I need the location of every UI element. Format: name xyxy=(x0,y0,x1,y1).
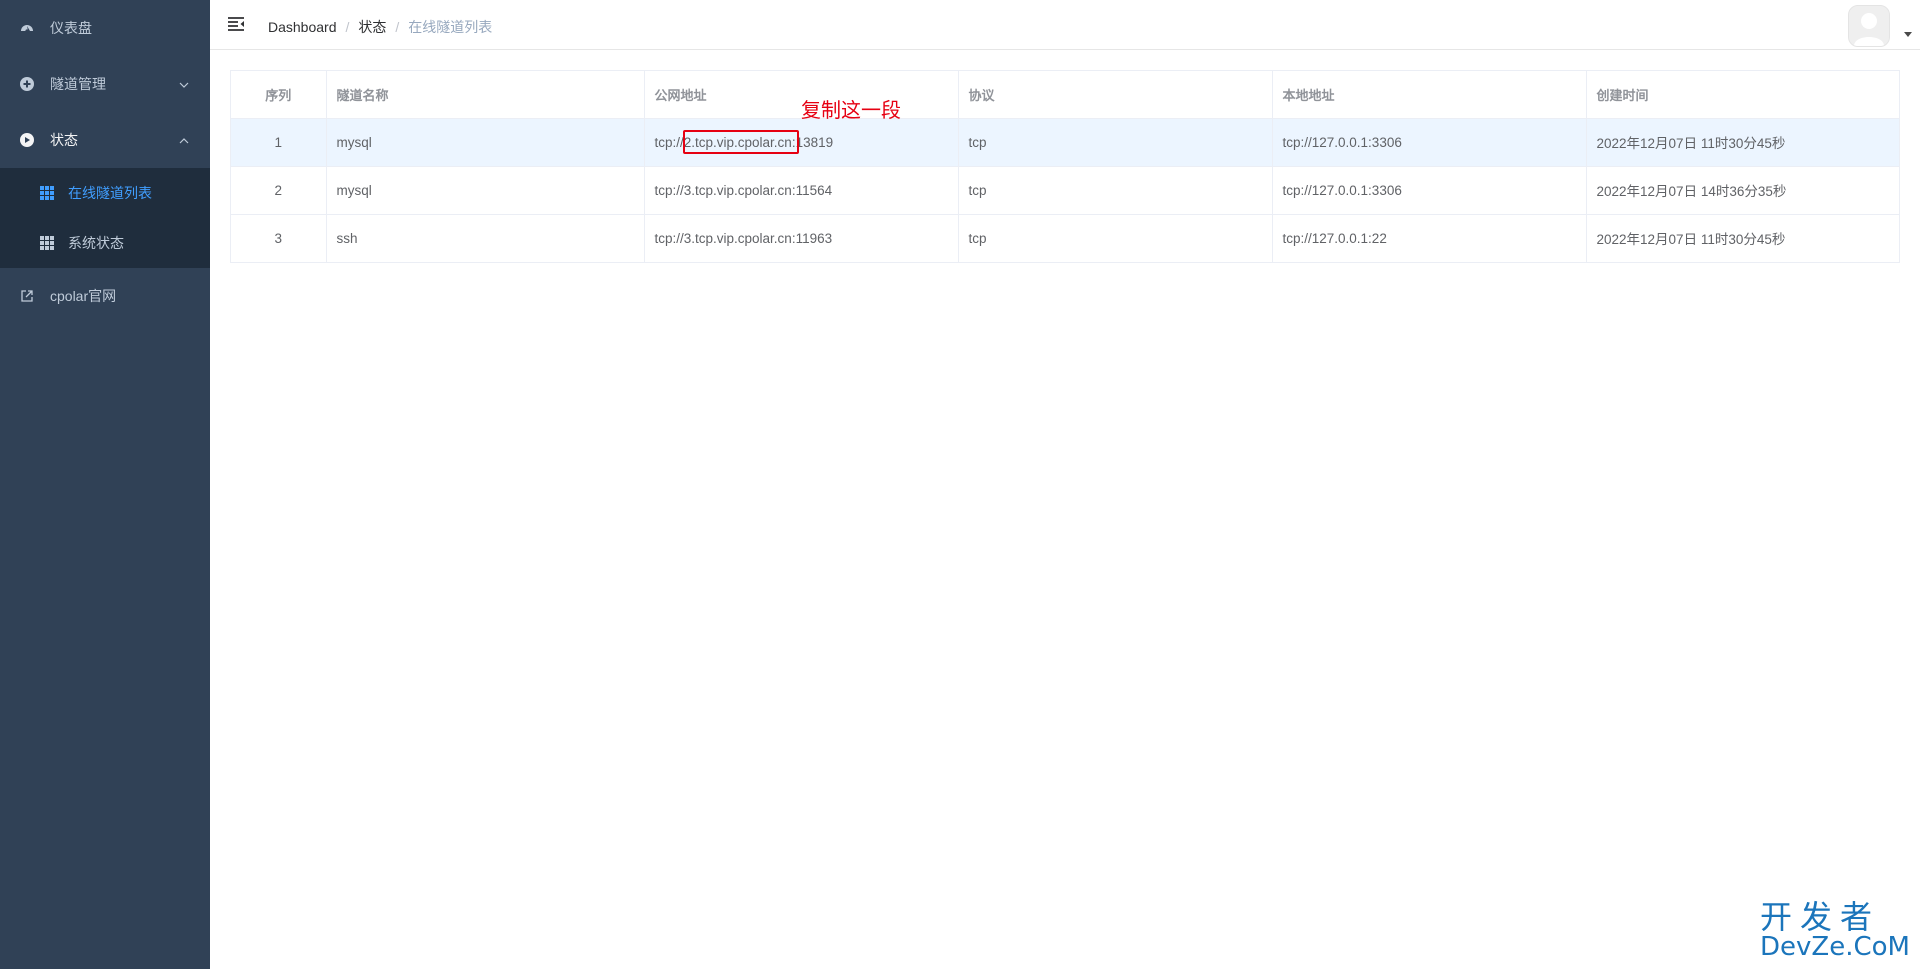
cell-public-url: tcp://3.tcp.vip.cpolar.cn:11963 xyxy=(644,214,959,262)
navbar: Dashboard / 状态 / 在线隧道列表 xyxy=(210,0,1920,50)
cell-tunnel-name: mysql xyxy=(326,166,645,215)
breadcrumb-dashboard[interactable]: Dashboard xyxy=(268,19,337,35)
table-row[interactable]: 2 mysql tcp://3.tcp.vip.cpolar.cn:11564 … xyxy=(231,166,1899,215)
sidebar-item-label: 在线隧道列表 xyxy=(68,185,152,201)
watermark: 开发者 DevZe.CoM xyxy=(1760,901,1910,961)
watermark-line2: DevZe.CoM xyxy=(1760,932,1910,962)
avatar[interactable] xyxy=(1848,5,1890,47)
cell-index: 2 xyxy=(231,166,327,215)
tunnel-table: 序列 隧道名称 公网地址 协议 本地地址 创建时间 1 mysql tcp://… xyxy=(230,70,1900,263)
cell-local-address: tcp://127.0.0.1:3306 xyxy=(1272,118,1587,167)
cell-local-address: tcp://127.0.0.1:3306 xyxy=(1272,166,1587,215)
cell-created-time: 2022年12月07日 11时30分45秒 xyxy=(1596,232,1786,248)
sidebar-item-cpolar-website[interactable]: cpolar官网 xyxy=(0,268,210,324)
sidebar-item-label: 系统状态 xyxy=(68,235,124,251)
cell-protocol: tcp xyxy=(958,118,1273,167)
column-header-local-address: 本地地址 xyxy=(1272,71,1587,119)
grid-icon xyxy=(40,236,54,250)
annotation-text: 复制这一段 xyxy=(801,100,901,122)
cell-public-url: tcp://3.tcp.vip.cpolar.cn:11564 xyxy=(644,166,959,215)
sidebar-item-dashboard[interactable]: 仪表盘 xyxy=(0,0,210,56)
column-header-tunnel-name: 隧道名称 xyxy=(326,71,645,119)
table-row[interactable]: 3 ssh tcp://3.tcp.vip.cpolar.cn:11963 tc… xyxy=(231,214,1899,262)
sidebar: 仪表盘 隧道管理 状态 在线隧道列表 系统状态 cpolar官网 xyxy=(0,0,210,969)
sidebar-item-label: cpolar官网 xyxy=(50,288,117,304)
sidebar-item-tunnel-management[interactable]: 隧道管理 xyxy=(0,56,210,112)
plus-circle-icon xyxy=(20,77,34,91)
breadcrumb-status[interactable]: 状态 xyxy=(358,17,386,37)
cell-local-address: tcp://127.0.0.1:22 xyxy=(1272,214,1587,262)
table-header-row: 序列 隧道名称 公网地址 协议 本地地址 创建时间 xyxy=(231,71,1899,119)
status-submenu: 在线隧道列表 系统状态 xyxy=(0,168,210,268)
chevron-up-icon xyxy=(178,134,190,146)
watermark-line1: 开发者 xyxy=(1760,898,1881,936)
dashboard-icon xyxy=(20,21,34,35)
cell-protocol: tcp xyxy=(958,166,1273,215)
cell-index: 3 xyxy=(231,214,327,262)
sidebar-item-status[interactable]: 状态 xyxy=(0,112,210,168)
cell-tunnel-name: ssh xyxy=(326,214,645,262)
menu-fold-icon[interactable] xyxy=(227,15,245,33)
cell-created-time: 2022年12月07日 14时36分35秒 xyxy=(1586,166,1899,215)
column-header-protocol: 协议 xyxy=(958,71,1273,119)
breadcrumb: Dashboard / 状态 / 在线隧道列表 xyxy=(268,17,492,37)
breadcrumb-separator: / xyxy=(345,19,350,35)
grid-icon xyxy=(40,186,54,200)
breadcrumb-separator: / xyxy=(395,19,400,35)
breadcrumb-current: 在线隧道列表 xyxy=(408,19,493,35)
cell-protocol: tcp xyxy=(958,214,1273,262)
annotation-highlight-box xyxy=(683,130,799,154)
sidebar-item-system-status[interactable]: 系统状态 xyxy=(0,218,210,268)
cell-tunnel-name: mysql xyxy=(326,118,645,167)
chevron-down-icon xyxy=(178,78,190,90)
table-row[interactable]: 1 mysql tcp://2.tcp.vip.cpolar.cn:13819 … xyxy=(231,118,1899,167)
column-header-index: 序列 xyxy=(231,71,327,119)
cell-index: 1 xyxy=(231,118,327,167)
cell-created-time: 2022年12月07日 11时30分45秒 xyxy=(1586,118,1899,167)
column-header-created-time: 创建时间 xyxy=(1586,71,1899,119)
external-link-icon xyxy=(20,289,34,303)
sidebar-item-online-tunnels[interactable]: 在线隧道列表 xyxy=(0,168,210,218)
sidebar-item-label: 仪表盘 xyxy=(50,20,92,36)
caret-down-icon[interactable] xyxy=(1904,32,1912,37)
status-icon xyxy=(20,133,34,147)
